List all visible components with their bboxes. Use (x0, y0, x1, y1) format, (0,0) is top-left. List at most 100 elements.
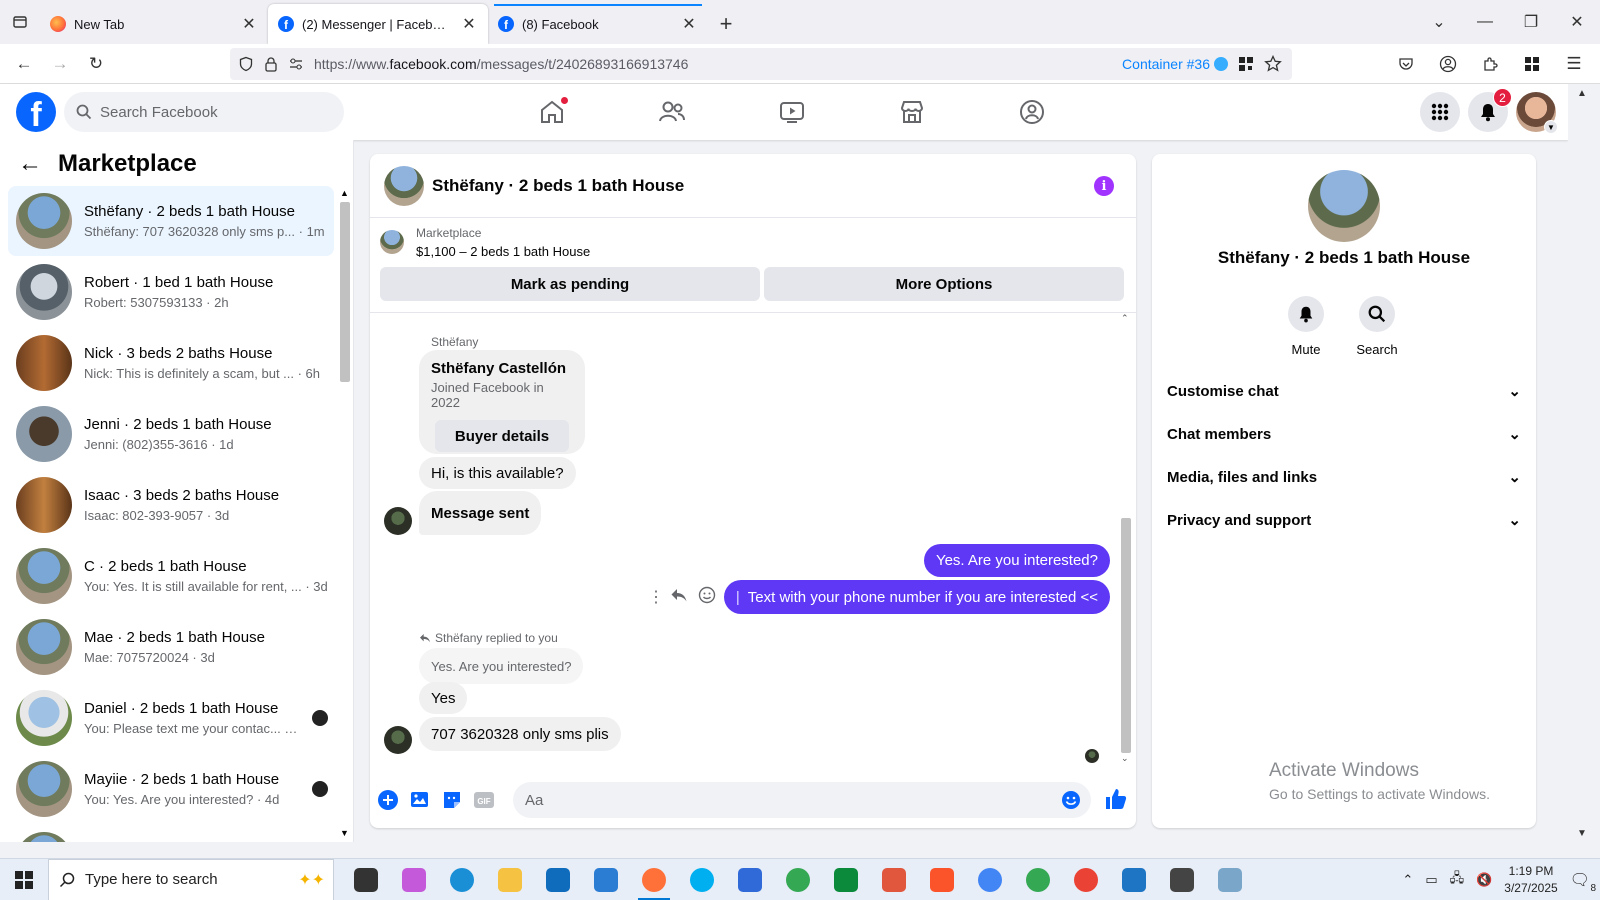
apps-grid-icon[interactable] (1514, 48, 1550, 80)
conversation-item[interactable]: Robert · 1 bed 1 bath House Robert: 53075… (8, 257, 334, 327)
facebook-logo-icon[interactable]: f (16, 92, 56, 132)
notifications-button[interactable]: 2 (1468, 88, 1512, 132)
buyer-details-button[interactable]: Buyer details (435, 420, 569, 452)
paint-icon[interactable] (870, 859, 918, 900)
emoji-icon[interactable] (1061, 790, 1081, 814)
conversation-item[interactable]: Sthëfany · 2 beds 1 bath House Sthëfany: … (8, 186, 334, 256)
account-avatar[interactable]: ▼ (1516, 92, 1558, 134)
chrome-icon[interactable] (774, 859, 822, 900)
forward-arrow-icon[interactable]: → (42, 48, 78, 80)
settings-icon[interactable] (1158, 859, 1206, 900)
minimize-icon[interactable]: — (1462, 13, 1508, 31)
bookmark-star-icon[interactable] (1264, 55, 1282, 73)
word-app-icon[interactable] (582, 859, 630, 900)
browser-tab-facebook[interactable]: f (8) Facebook ✕ (488, 4, 708, 44)
message-bubble[interactable]: 707 3620328 only sms plis (419, 717, 621, 751)
conversation-item[interactable]: Jenni · 2 beds 1 bath House Jenni: (802)3… (8, 399, 334, 469)
sticker-icon[interactable] (440, 788, 464, 812)
url-bar[interactable]: https://www.facebook.com/messages/t/2402… (230, 48, 1292, 80)
scroll-up-icon[interactable]: ▲ (1577, 88, 1587, 99)
close-tab-icon[interactable]: ✕ (240, 14, 258, 34)
network-icon[interactable]: 🖧 (1450, 869, 1465, 891)
conversation-item[interactable]: Mayiie · 2 beds 1 bath House You: Yes. Ar… (8, 754, 334, 824)
tab-list-icon[interactable] (0, 0, 40, 44)
show-hidden-icons[interactable]: ⌃ (1402, 872, 1413, 888)
scroll-down-icon[interactable]: ⌄ (1121, 753, 1129, 764)
section-media-files-links[interactable]: Media, files and links ⌄ (1167, 457, 1521, 497)
listing-summary[interactable]: Marketplace $1,100 – 2 beds 1 bath House (380, 226, 590, 259)
sidebar-scrollbar[interactable]: ▲ ▼ (338, 188, 352, 842)
container-indicator[interactable]: Container #36 (1122, 56, 1228, 72)
back-arrow-icon[interactable]: ← (6, 48, 42, 80)
info-icon[interactable]: i (1094, 176, 1114, 196)
file-explorer-icon[interactable] (486, 859, 534, 900)
back-arrow-icon[interactable]: ← (18, 150, 42, 178)
brave-icon[interactable] (918, 859, 966, 900)
nav-home[interactable] (492, 84, 612, 140)
conversation-item[interactable]: Isaac · 3 beds 2 baths House Isaac: 802-3… (8, 470, 334, 540)
quoted-message[interactable]: Yes. Are you interested? (419, 648, 584, 684)
message-bubble[interactable]: Yes (419, 682, 468, 714)
extensions-icon[interactable] (1472, 48, 1508, 80)
gif-icon[interactable]: GIF (472, 788, 496, 812)
browser-tab-new-tab[interactable]: New Tab ✕ (40, 4, 268, 44)
conversation-item[interactable]: C · 2 beds 1 bath House You: Yes. It is s… (8, 541, 334, 611)
conversation-item[interactable]: Mae · 1 bed 1 bath House (8, 825, 334, 842)
shield-icon[interactable] (238, 56, 254, 72)
message-bubble[interactable]: Message sent (419, 491, 542, 535)
skype-icon[interactable] (678, 859, 726, 900)
qr-code-icon[interactable] (1238, 56, 1254, 72)
url-text[interactable]: https://www.facebook.com/messages/t/2402… (314, 56, 1112, 72)
photo-icon[interactable] (408, 788, 432, 812)
message-bubble[interactable]: Hi, is this available? (419, 457, 576, 489)
app-icon[interactable] (1110, 859, 1158, 900)
scroll-down-icon[interactable]: ▼ (1577, 828, 1587, 839)
browser-tab-messenger[interactable]: f (2) Messenger | Facebook ✕ (268, 4, 488, 44)
pocket-icon[interactable] (1388, 48, 1424, 80)
message-input[interactable]: Aa (513, 782, 1091, 818)
taskbar-search-input[interactable]: Type here to search ✦✦ (48, 858, 334, 900)
conversation-item[interactable]: Mae · 2 beds 1 bath House Mae: 7075720024… (8, 612, 334, 682)
outlook-icon[interactable] (534, 859, 582, 900)
restore-icon[interactable]: ❐ (1508, 12, 1554, 32)
chrome-profile-icon[interactable] (1062, 859, 1110, 900)
facebook-search-input[interactable]: Search Facebook (64, 92, 344, 132)
close-window-icon[interactable]: ✕ (1554, 12, 1600, 32)
chrome-profile-icon[interactable] (1014, 859, 1062, 900)
close-tab-icon[interactable]: ✕ (460, 14, 478, 34)
sender-avatar[interactable] (384, 507, 412, 535)
account-icon[interactable] (1430, 48, 1466, 80)
lock-icon[interactable] (264, 56, 278, 72)
section-customise-chat[interactable]: Customise chat ⌄ (1167, 371, 1521, 411)
section-chat-members[interactable]: Chat members ⌄ (1167, 414, 1521, 454)
conversation-item[interactable]: Nick · 3 beds 2 baths House Nick: This is… (8, 328, 334, 398)
more-options-button[interactable]: More Options (764, 267, 1124, 301)
scroll-up-icon[interactable]: ⌃ (1121, 313, 1129, 324)
scroll-down-icon[interactable]: ▼ (340, 828, 349, 838)
scrollbar-thumb[interactable] (340, 202, 350, 382)
app-icon[interactable] (726, 859, 774, 900)
chat-scrollbar[interactable]: ⌃ ⌄ (1119, 313, 1133, 771)
menu-icon[interactable]: ☰ (1556, 48, 1592, 80)
firefox-icon[interactable] (630, 859, 678, 900)
new-tab-button[interactable]: + (708, 4, 744, 44)
outgoing-message-bubble[interactable]: | Text with your phone number if you are … (723, 580, 1110, 614)
edge-icon[interactable] (438, 859, 486, 900)
chat-title[interactable]: Sthëfany · 2 beds 1 bath House (432, 176, 684, 196)
thumbs-up-icon[interactable] (1104, 787, 1128, 814)
nav-friends[interactable] (612, 84, 732, 140)
tab-overflow-icon[interactable]: ⌄ (1416, 12, 1462, 32)
close-tab-icon[interactable]: ✕ (680, 14, 698, 34)
page-scrollbar[interactable]: ▲ ▼ (1568, 84, 1600, 842)
meet-now-icon[interactable]: ▭ (1425, 872, 1437, 888)
taskbar-clock[interactable]: 1:19 PM 3/27/2025 (1504, 863, 1557, 897)
permissions-icon[interactable] (288, 56, 304, 72)
react-emoji-icon[interactable] (698, 586, 716, 607)
volume-muted-icon[interactable]: 🔇 (1476, 872, 1492, 888)
scroll-up-icon[interactable]: ▲ (340, 188, 349, 198)
nav-marketplace[interactable] (852, 84, 972, 140)
conversation-avatar[interactable] (1308, 170, 1380, 242)
plus-circle-icon[interactable] (376, 788, 400, 812)
more-actions-icon[interactable]: ⋮ (648, 587, 664, 607)
menu-grid-button[interactable] (1420, 92, 1460, 132)
